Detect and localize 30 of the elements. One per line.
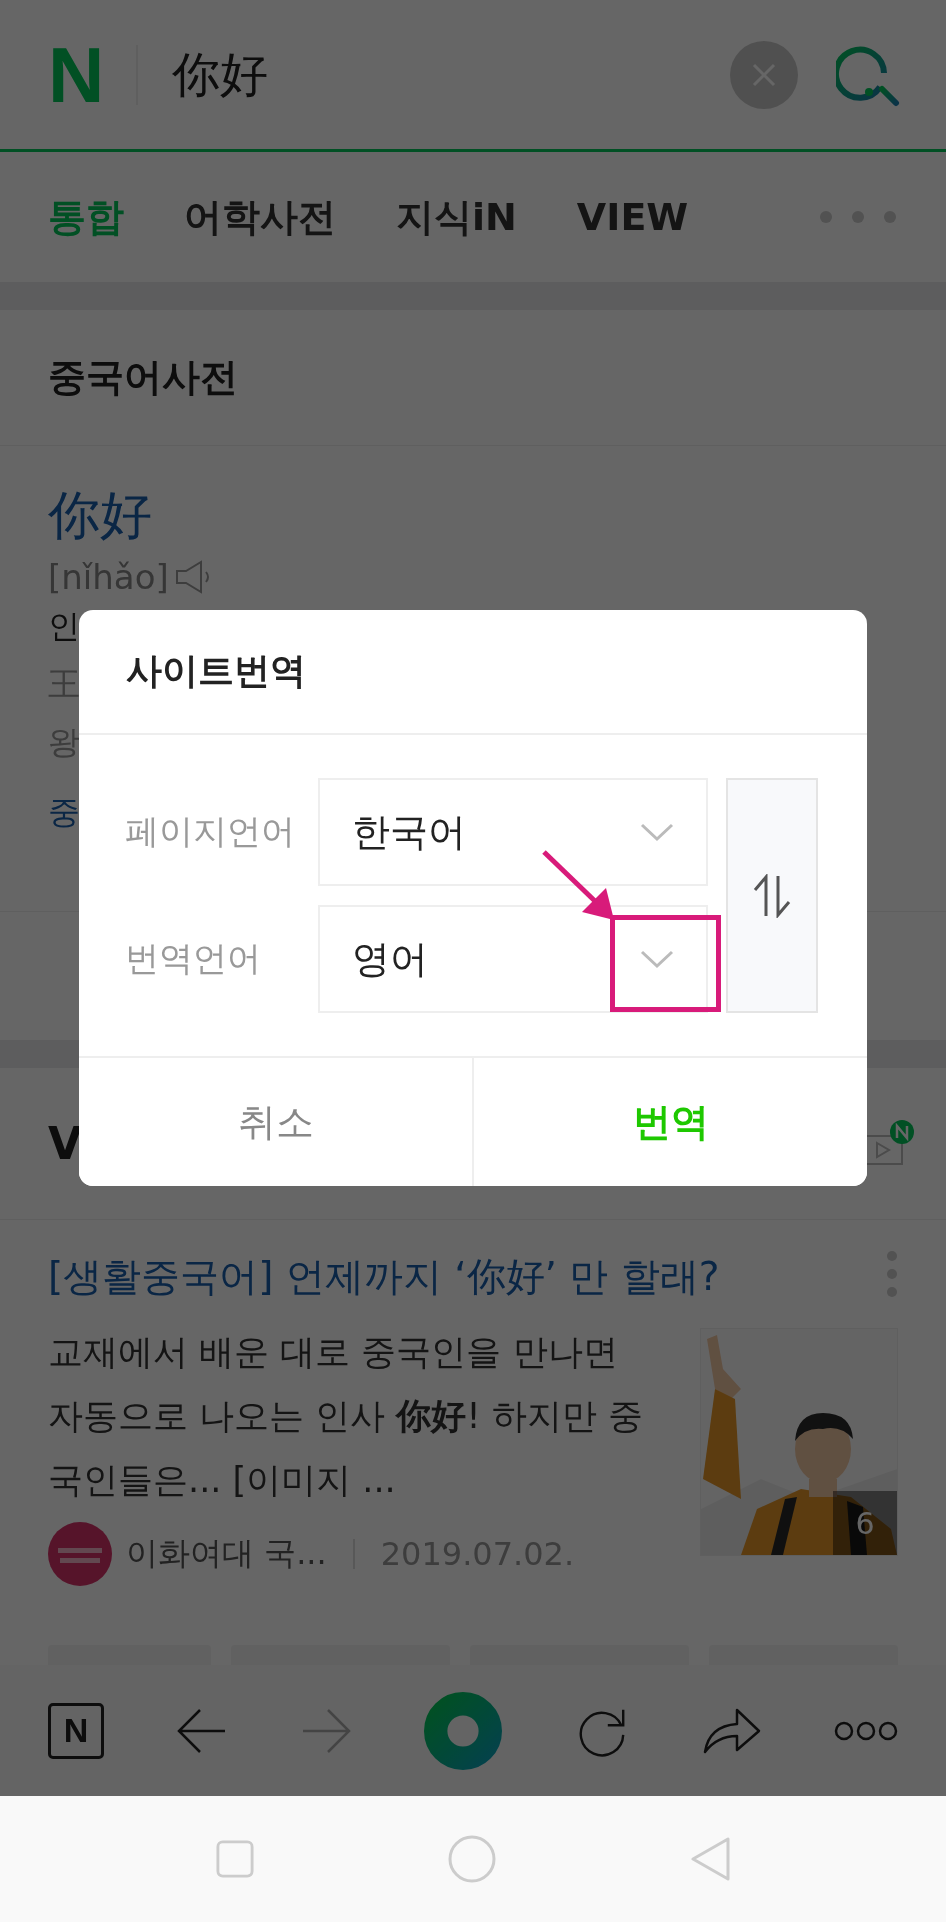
- dialog-title: 사이트번역: [126, 649, 306, 693]
- tab[interactable]: 어학사전: [184, 191, 336, 243]
- tab[interactable]: 통합: [48, 191, 124, 243]
- tab[interactable]: VIEW: [576, 195, 689, 239]
- swap-button[interactable]: [726, 778, 818, 1013]
- translate-button[interactable]: 번역: [472, 1058, 867, 1186]
- more-icon[interactable]: [833, 1720, 898, 1741]
- author-name[interactable]: 이화여대 국...: [126, 1532, 327, 1576]
- search-query[interactable]: 你好: [172, 42, 730, 107]
- home-icon[interactable]: [448, 1835, 496, 1883]
- avatar-icon: [48, 1522, 112, 1586]
- entry-text: 인: [48, 606, 80, 647]
- section-title: 중국어사전: [48, 354, 238, 401]
- recents-icon[interactable]: [216, 1840, 254, 1878]
- entry-text[interactable]: 중: [48, 783, 80, 841]
- field-label: 번역언어: [125, 937, 262, 980]
- language-select[interactable]: 영어: [318, 905, 708, 1013]
- field-label: 페이지언어: [125, 810, 296, 853]
- chevron-icon: [640, 822, 674, 842]
- home-button[interactable]: N: [48, 1702, 104, 1759]
- chevron-icon: [640, 949, 674, 969]
- article-title[interactable]: [생활중국어] 언제까지 ‘你好’ 만 할래?: [48, 1250, 720, 1304]
- logo[interactable]: N: [48, 35, 105, 114]
- language-select[interactable]: 한국어: [318, 778, 708, 886]
- swap-icon: [752, 873, 792, 918]
- tab[interactable]: 지식iN: [396, 191, 517, 243]
- entry-word[interactable]: 你好: [48, 481, 152, 549]
- ring-icon[interactable]: [424, 1691, 502, 1770]
- back-icon[interactable]: [177, 1707, 228, 1754]
- article-snippet: 교재에서 배운 대로 중국인을 만나면 자동으로 나오는 인사 你好! 하지만 중국인들은... [이미지 ...: [48, 1331, 644, 1502]
